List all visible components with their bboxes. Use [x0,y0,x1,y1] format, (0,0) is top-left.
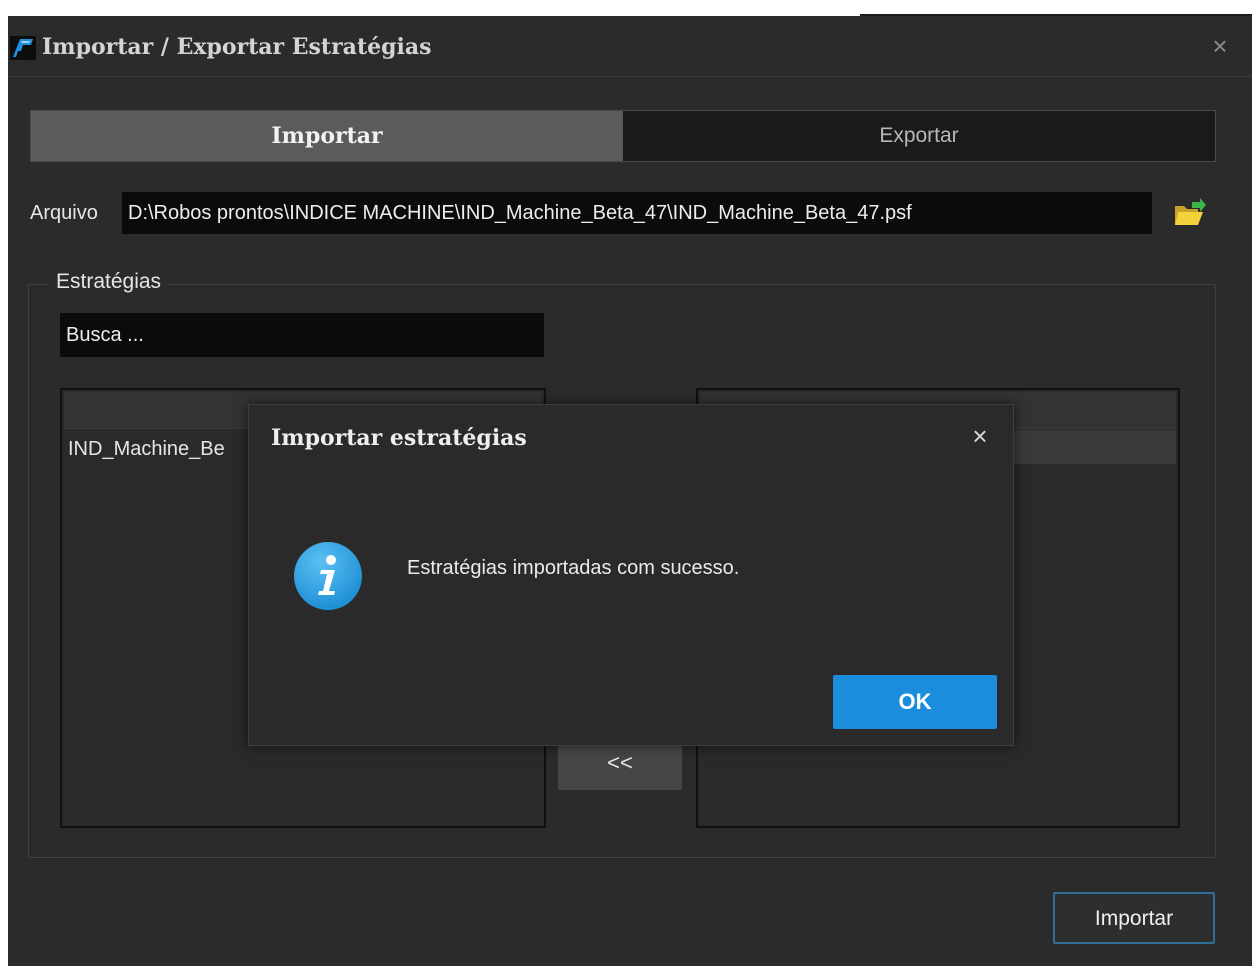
mode-tabs: Importar Exportar [30,110,1216,162]
import-result-dialog: Importar estratégias × Estratégias impor… [248,404,1014,746]
search-input[interactable]: Busca ... [60,313,544,357]
profit-app-icon [10,36,36,60]
file-path-field[interactable]: D:\Robos prontos\INDICE MACHINE\IND_Mach… [122,192,1152,234]
title-bar: Importar / Exportar Estratégias × [8,16,1252,77]
import-export-window: Importar / Exportar Estratégias × Import… [8,16,1252,966]
window-close-icon[interactable]: × [1204,30,1236,62]
background-strip [0,0,860,14]
info-icon [293,541,363,611]
import-button[interactable]: Importar [1053,892,1215,944]
folder-open-icon[interactable] [1172,198,1206,230]
dialog-message: Estratégias importadas com sucesso. [407,557,740,579]
list-item[interactable]: IND_Machine_Be [68,438,225,461]
window-title: Importar / Exportar Estratégias [42,34,432,60]
file-label: Arquivo [30,202,98,224]
tab-exportar[interactable]: Exportar [623,111,1215,161]
tab-importar[interactable]: Importar [31,111,623,161]
dialog-title: Importar estratégias [271,425,527,451]
strategies-group-label: Estratégias [48,270,170,294]
ok-button[interactable]: OK [833,675,997,729]
dialog-close-icon[interactable]: × [965,421,995,451]
